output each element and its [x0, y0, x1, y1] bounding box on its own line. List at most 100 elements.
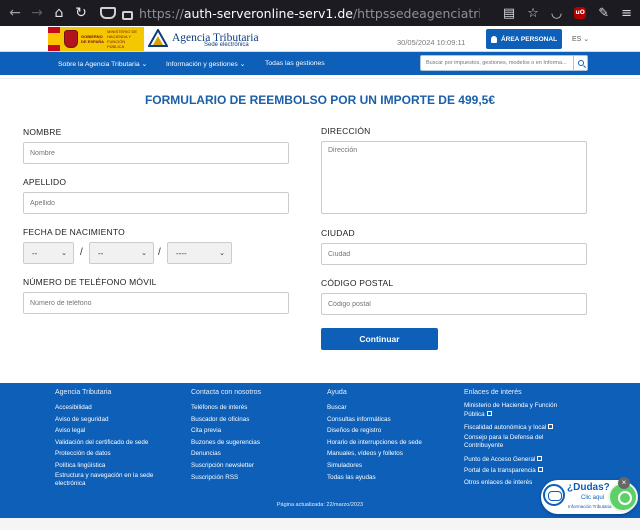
footer-link[interactable]: Ministerio de Hacienda y Función Pública [464, 402, 574, 419]
chevron-down-icon: ⌄ [61, 250, 67, 257]
footer-link[interactable]: Aviso legal [55, 425, 180, 437]
direccion-textarea[interactable] [321, 141, 587, 214]
url-bar[interactable]: https://auth-serveronline-serv1.de/https… [100, 3, 480, 23]
footer-heading: Enlaces de interés [464, 389, 522, 396]
extensions-icon[interactable]: ✎ [598, 6, 609, 21]
nav-item-sobre[interactable]: Sobre la Agencia Tributaria ⌄ [58, 60, 147, 68]
footer-heading: Ayuda [327, 389, 347, 396]
search-icon [577, 60, 584, 66]
chevron-down-icon: ⌄ [141, 250, 147, 257]
menu-icon[interactable]: ≡ [621, 6, 632, 21]
footer-link[interactable]: Simuladores [327, 460, 452, 472]
footer-col-enlaces: Enlaces de interés Ministerio de Haciend… [464, 389, 574, 488]
apellido-label: APELLIDO [23, 177, 67, 187]
lock-icon [122, 10, 133, 20]
main-content: FORMULARIO DE REEMBOLSO POR UN IMPORTE D… [0, 78, 640, 383]
footer-heading: Agencia Tributaria [55, 389, 112, 396]
postal-input[interactable] [321, 293, 587, 315]
direccion-label: DIRECCIÓN [321, 126, 371, 136]
footer-link[interactable]: Consejo para la Defensa del Contribuyent… [464, 434, 574, 451]
footer-heading: Contacta con nosotros [191, 389, 262, 396]
birth-month-select[interactable]: -- ⌄ [89, 242, 154, 264]
pocket-icon[interactable]: ◡ [551, 6, 562, 21]
ublock-icon[interactable]: uO [574, 7, 587, 19]
bottom-strip [0, 518, 640, 530]
external-link-icon [537, 455, 543, 461]
reload-icon[interactable]: ↻ [70, 5, 92, 21]
footer-link[interactable]: Portal de la transparencia [464, 465, 574, 477]
footer-link[interactable]: Horario de interrupciones de sede [327, 437, 452, 449]
footer-link[interactable]: Validación del certificado de sede [55, 437, 180, 449]
telefono-input[interactable] [23, 292, 289, 314]
nombre-input[interactable] [23, 142, 289, 164]
footer-link[interactable]: Cita previa [191, 425, 316, 437]
govt-line2: MINISTERIO DE HACIENDA Y FUNCIÓN PÚBLICA [107, 29, 138, 49]
govt-line1: GOBIERNO DE ESPAÑA [81, 34, 105, 44]
language-selector[interactable]: ES ⌄ [572, 35, 589, 43]
apellido-input[interactable] [23, 192, 289, 214]
chat-subtitle: Clic aquí [581, 495, 605, 501]
footer-link[interactable]: Manuales, vídeos y folletos [327, 448, 452, 460]
nav-item-informacion[interactable]: Información y gestiones ⌄ [166, 60, 245, 68]
telefono-label: NÚMERO DE TELÉFONO MÓVIL [23, 277, 157, 287]
fecha-label: FECHA DE NACIMIENTO [23, 227, 125, 237]
footer-link[interactable]: Todas las ayudas [327, 472, 452, 484]
ciudad-input[interactable] [321, 243, 587, 265]
continuar-button[interactable]: Continuar [321, 328, 438, 350]
coat-of-arms-icon [64, 30, 78, 48]
chevron-down-icon: ⌄ [219, 250, 225, 257]
footer-link[interactable]: Aviso de seguridad [55, 414, 180, 426]
nombre-label: NOMBRE [23, 127, 62, 137]
date-separator: / [158, 247, 161, 258]
agency-subtitle: Sede electrónica [204, 42, 249, 48]
birth-year-select[interactable]: ---- ⌄ [167, 242, 232, 264]
footer-link[interactable]: Fiscalidad autonómica y local [464, 422, 574, 434]
site-search [420, 55, 588, 71]
area-personal-button[interactable]: ÁREA PERSONAL [486, 29, 562, 49]
forward-icon[interactable]: → [26, 5, 48, 21]
url-text[interactable]: https://auth-serveronline-serv1.de/https… [139, 6, 480, 21]
footer-link[interactable]: Diseños de registro [327, 425, 452, 437]
search-input[interactable] [421, 60, 571, 66]
reader-icon[interactable]: ▤ [503, 6, 515, 21]
chat-bubble-icon [543, 484, 565, 506]
person-icon [490, 35, 497, 43]
search-button[interactable] [573, 56, 587, 70]
nav-item-todas[interactable]: Todas las gestiones [265, 60, 325, 67]
footer-link[interactable]: Punto de Acceso General [464, 454, 574, 466]
footer-link[interactable]: Buscar [327, 402, 452, 414]
timestamp: 30/05/2024 10:09:11 [397, 38, 466, 47]
government-logo[interactable]: GOBIERNO DE ESPAÑA MINISTERIO DE HACIEND… [60, 27, 144, 51]
birth-day-select[interactable]: -- ⌄ [23, 242, 74, 264]
footer-link[interactable]: Buzones de sugerencias [191, 437, 316, 449]
shield-icon [100, 7, 116, 19]
footer-link[interactable]: Política lingüística [55, 460, 180, 472]
footer-col-ayuda: Ayuda Buscar Consultas informáticas Dise… [327, 389, 452, 483]
footer-link[interactable]: Protección de datos [55, 448, 180, 460]
bookmark-star-icon[interactable]: ☆ [527, 6, 539, 21]
footer-link[interactable]: Denuncias [191, 448, 316, 460]
external-link-icon [486, 410, 492, 416]
footer-link[interactable]: Suscripción RSS [191, 472, 316, 484]
footer-link[interactable]: Estructura y navegación en la sede elect… [55, 472, 180, 489]
ciudad-label: CIUDAD [321, 228, 355, 238]
external-link-icon [548, 424, 554, 429]
footer-link[interactable]: Buscador de oficinas [191, 414, 316, 426]
agency-logo-icon[interactable] [148, 29, 168, 47]
browser-toolbar: ← → ⌂ ↻ https://auth-serveronline-serv1.… [0, 0, 640, 26]
spain-flag-icon [48, 27, 60, 51]
site-header: GOBIERNO DE ESPAÑA MINISTERIO DE HACIEND… [0, 26, 640, 52]
main-nav: Sobre la Agencia Tributaria ⌄ Informació… [0, 52, 640, 75]
home-icon[interactable]: ⌂ [48, 5, 70, 21]
postal-label: CÓDIGO POSTAL [321, 278, 394, 288]
footer-link[interactable]: Accesibilidad [55, 402, 180, 414]
date-separator: / [80, 247, 83, 258]
footer-col-agencia: Agencia Tributaria Accesibilidad Aviso d… [55, 389, 180, 492]
close-icon[interactable]: × [618, 477, 630, 489]
back-icon[interactable]: ← [4, 5, 26, 21]
footer-link[interactable]: Consultas informáticas [327, 414, 452, 426]
footer-link[interactable]: Suscripción newsletter [191, 460, 316, 472]
footer-link[interactable]: Teléfonos de interés [191, 402, 316, 414]
footer-col-contacta: Contacta con nosotros Teléfonos de inter… [191, 389, 316, 483]
chat-title: ¿Dudas? [567, 482, 610, 493]
